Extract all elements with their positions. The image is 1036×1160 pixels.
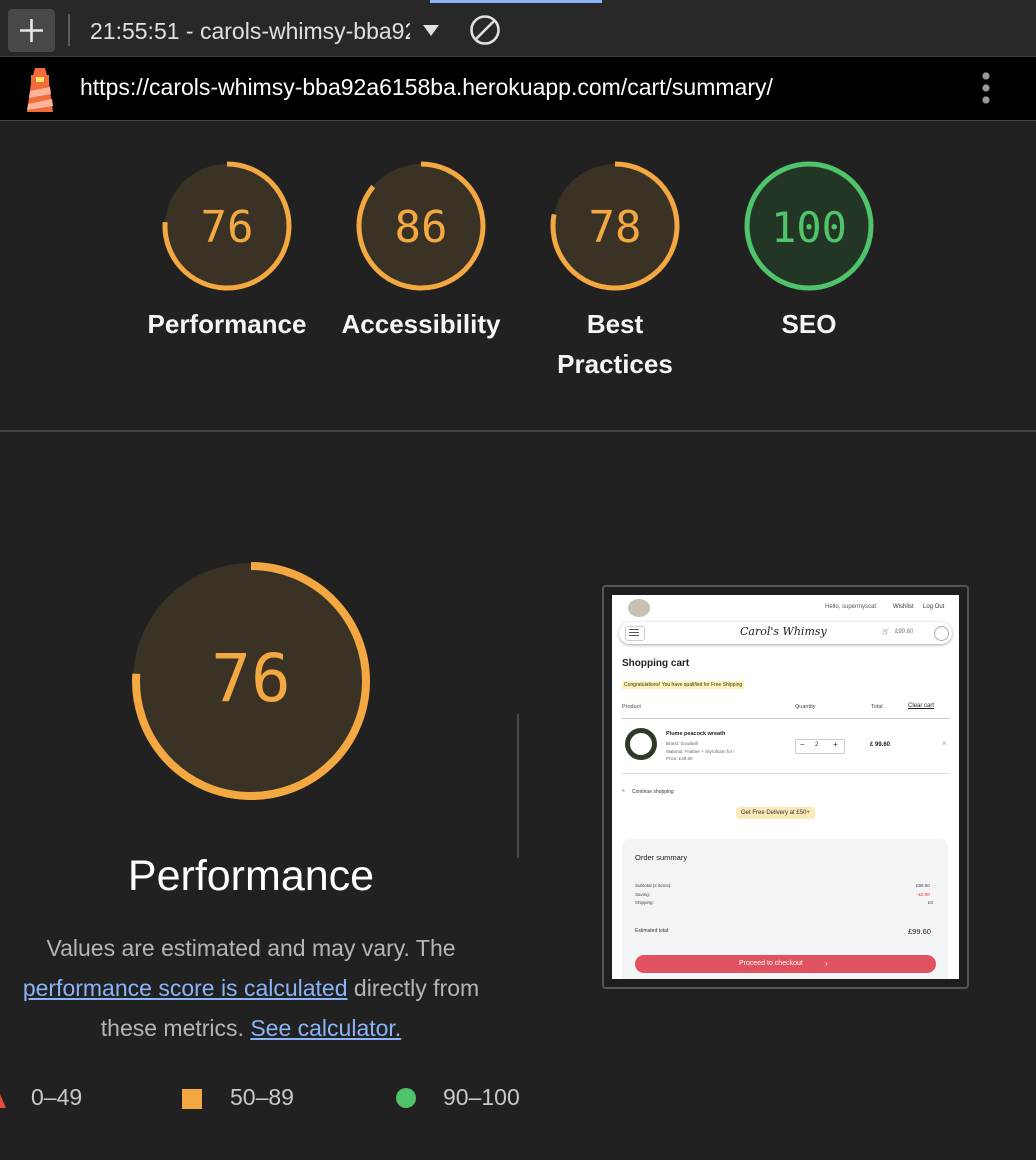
more-options-icon[interactable]: [978, 71, 994, 107]
gauge-ring: 100: [744, 161, 874, 291]
thumb-checkout-label: Proceed to checkout: [739, 960, 803, 967]
site-logo-icon: [628, 599, 650, 617]
thumb-saving-label: Saving:: [635, 892, 651, 897]
thumb-remove-icon: ×: [942, 739, 947, 748]
gauge-best-practices[interactable]: 78 Best Practices: [535, 160, 695, 384]
thumb-wishlist: Wishlist: [893, 604, 914, 610]
performance-big-gauge: 76: [132, 562, 370, 800]
gauge-performance[interactable]: 76 Performance: [147, 160, 307, 344]
thumb-item-material: Material: Feather + Styrofoam for i: [666, 749, 735, 754]
performance-title: Performance: [127, 852, 375, 900]
thumb-greeting: Hello, supermyscat: [825, 604, 877, 610]
thumb-shipping-value: £0: [928, 900, 934, 905]
gauge-score: 86: [395, 202, 448, 253]
gauge-score: 76: [201, 202, 254, 253]
gauge-accessibility[interactable]: 86 Accessibility: [341, 160, 501, 344]
report-toolbar: 21:55:51 - carols-whimsy-bba92a6158ba.he…: [0, 0, 1036, 57]
thumb-back-icon: «: [622, 788, 625, 794]
thumb-col-quantity: Quantity: [795, 704, 816, 710]
thumb-plus-icon: +: [833, 740, 838, 749]
average-square-icon: [182, 1089, 202, 1109]
thumb-estimated-value: £99.60: [908, 927, 931, 936]
dropdown-arrow-icon: [423, 25, 439, 36]
thumb-shipping-label: Shipping:: [635, 900, 654, 905]
legend-pass-range: 90–100: [443, 1084, 520, 1110]
final-screenshot: Hello, supermyscat Wishlist Log Out Caro…: [612, 595, 959, 979]
thumb-logout: Log Out: [923, 604, 945, 610]
thumb-item-price: Price: £49.80: [666, 756, 693, 761]
plus-icon: [20, 19, 43, 42]
thumb-free-delivery: Get Free Delivery at £50+: [736, 807, 815, 819]
toolbar-accent-line: [430, 0, 602, 3]
thumb-summary-title: Order summary: [635, 853, 688, 862]
thumb-cart-total: £99.60: [895, 629, 914, 635]
description-text: Values are estimated and may vary. The: [46, 935, 456, 961]
gauge-seo[interactable]: 100 SEO: [729, 160, 889, 344]
thumb-item-total: £ 99.60: [870, 742, 891, 748]
thumb-col-product: Product: [622, 704, 641, 710]
fail-triangle-icon: [0, 1094, 6, 1108]
report-selector-label: 21:55:51 - carols-whimsy-bba92a6158ba.he…: [90, 18, 410, 44]
report-selector[interactable]: 21:55:51 - carols-whimsy-bba92a6158ba.he…: [90, 14, 450, 48]
thumb-clear-cart: Clear cart: [908, 703, 935, 709]
thumb-rule: [622, 718, 950, 719]
thumb-item-brand: Brand: Goodwill: [666, 741, 698, 746]
performance-description: Values are estimated and may vary. The p…: [0, 928, 502, 1048]
gauge-label: Accessibility: [341, 309, 501, 339]
thumb-cart-icon: 🛒: [882, 629, 890, 635]
thumb-minus-icon: −: [800, 740, 805, 749]
thumb-item-name: Plume peacock wreath: [666, 731, 726, 737]
thumb-rule-2: [622, 773, 950, 774]
lighthouse-logo-icon: [27, 68, 53, 112]
thumb-hamburger-icon: [629, 629, 639, 630]
thumb-subtotal-value: £99.60: [916, 883, 930, 888]
thumb-estimated-label: Estimated total:: [635, 928, 670, 934]
thumb-search-icon: [934, 626, 949, 641]
thumb-chevron-right-icon: ›: [825, 959, 828, 968]
gauge-score: 78: [589, 202, 642, 253]
section-divider: [0, 430, 1036, 432]
thumb-heading: Shopping cart: [622, 658, 690, 669]
clear-block-icon[interactable]: [468, 13, 502, 47]
gauge-ring: 78: [550, 161, 680, 291]
gauge-label: Best Practices: [557, 309, 673, 379]
score-calculated-link[interactable]: performance score is calculated: [23, 975, 348, 1001]
vertical-divider: [517, 714, 519, 858]
see-calculator-link[interactable]: See calculator.: [250, 1015, 401, 1041]
thumb-continue: Continue shopping: [632, 789, 674, 795]
thumb-subtotal-label: Subtotal (2 items):: [635, 883, 672, 888]
legend-average-range: 50–89: [230, 1084, 294, 1110]
report-url: https://carols-whimsy-bba92a6158ba.herok…: [80, 74, 773, 100]
url-bar: https://carols-whimsy-bba92a6158ba.herok…: [0, 57, 1036, 121]
gauge-ring: 86: [356, 161, 486, 291]
thumb-wreath-image: [625, 728, 657, 760]
thumb-brand: Carol's Whimsy: [740, 625, 827, 638]
thumb-congrats: Congratulations! You have qualified for …: [622, 681, 745, 689]
gauge-score: 100: [771, 203, 847, 252]
thumb-saving-value: -£0.00: [917, 892, 930, 897]
pass-circle-icon: [396, 1088, 416, 1108]
legend-fail-range: 0–49: [31, 1084, 83, 1110]
thumb-qty-value: 2: [815, 742, 819, 748]
performance-big-score: 76: [211, 640, 290, 717]
gauge-label: SEO: [781, 309, 837, 339]
gauge-ring: 76: [162, 161, 292, 291]
gauge-label: Performance: [147, 309, 307, 339]
thumb-col-total: Total: [871, 704, 883, 710]
toolbar-separator: [68, 14, 70, 46]
new-report-button[interactable]: [8, 9, 55, 52]
